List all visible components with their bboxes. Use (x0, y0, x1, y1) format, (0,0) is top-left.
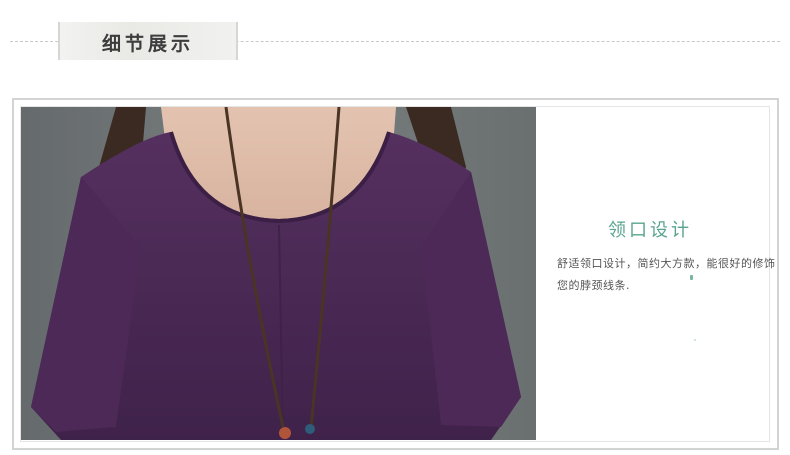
detail-title: 领口设计 (608, 220, 692, 241)
section-title: 细节展示 (101, 33, 194, 55)
decorative-accent-mark (690, 275, 693, 280)
section-title-banner: 细节展示 (58, 22, 238, 60)
detail-description: 舒适领口设计，简约大方款，能很好的修饰您的脖颈线条. (557, 257, 776, 292)
product-detail-photo (21, 107, 536, 440)
neckline-photo-illustration (21, 107, 536, 440)
decorative-accent-dot (694, 339, 696, 341)
